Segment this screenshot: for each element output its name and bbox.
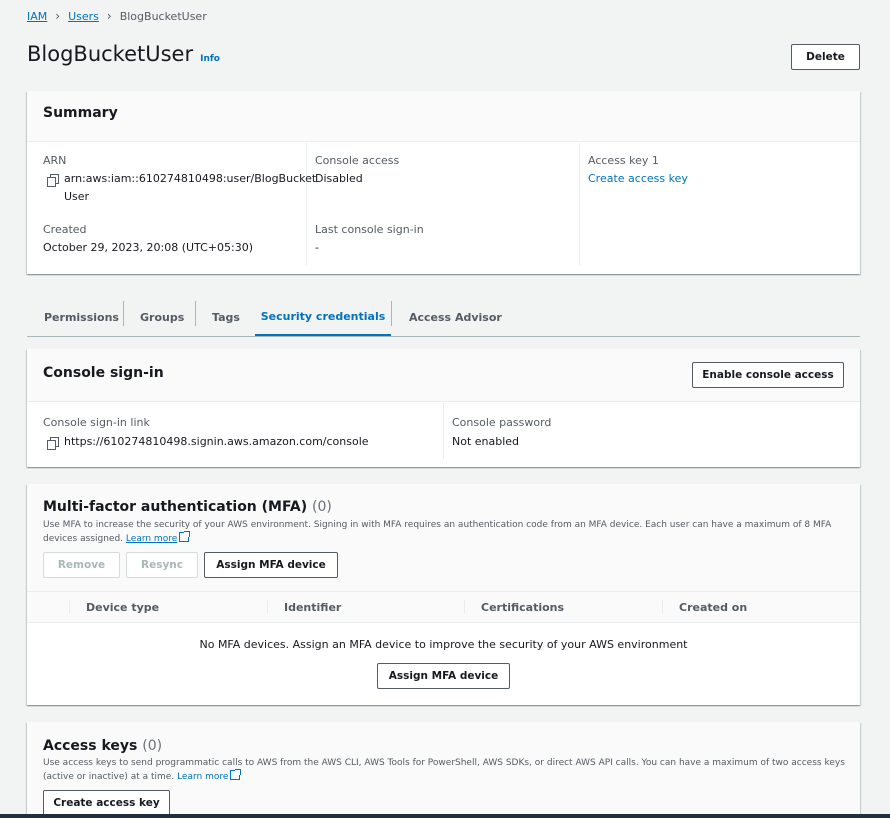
assign-mfa-device-button[interactable]: Assign MFA device <box>204 552 338 578</box>
page-header: BlogBucketUser Info <box>27 42 220 66</box>
mfa-header: Multi-factor authentication (MFA) (0) Us… <box>27 484 860 591</box>
summary-panel: Summary ARN arn:aws:iam::610274810498:us… <box>27 91 860 274</box>
created-value: October 29, 2023, 20:08 (UTC+05:30) <box>43 241 253 254</box>
tab-divider <box>391 301 392 326</box>
access-keys-learn-more-link[interactable]: Learn more <box>177 769 242 782</box>
column-divider <box>464 600 465 614</box>
column-divider <box>267 600 268 614</box>
mfa-title: Multi-factor authentication (MFA) (0) <box>43 499 332 515</box>
mfa-table-header: Device type Identifier Certifications Cr… <box>27 591 860 623</box>
tab-tags[interactable]: Tags <box>212 298 240 336</box>
info-link[interactable]: Info <box>200 54 220 64</box>
mfa-learn-more-link[interactable]: Learn more <box>125 531 191 544</box>
column-device-type[interactable]: Device type <box>86 592 159 623</box>
console-signin-header: Console sign-in Enable console access <box>27 349 860 402</box>
enable-console-access-button[interactable]: Enable console access <box>692 362 844 388</box>
mfa-title-text: Multi-factor authentication (MFA) <box>43 499 308 515</box>
console-access-label: Console access <box>315 154 400 167</box>
last-signin-value: - <box>315 241 319 254</box>
console-access-value: Disabled <box>315 172 363 185</box>
arn-label: ARN <box>43 154 67 167</box>
summary-title: Summary <box>43 105 118 121</box>
mfa-learn-more-text: Learn more <box>125 534 178 544</box>
mfa-description: Use MFA to increase the security of your… <box>43 519 848 546</box>
chevron-right-icon: › <box>106 9 112 23</box>
signin-link-label: Console sign-in link <box>43 416 150 429</box>
column-divider <box>69 600 70 614</box>
column-certifications[interactable]: Certifications <box>481 592 564 623</box>
column-created-on[interactable]: Created on <box>679 592 747 623</box>
tab-groups[interactable]: Groups <box>140 298 184 336</box>
access-keys-learn-more-text: Learn more <box>177 772 229 782</box>
breadcrumb-users-link[interactable]: Users <box>68 10 99 23</box>
bottom-edge-bar <box>0 814 890 818</box>
column-divider <box>662 600 663 614</box>
mfa-count: (0) <box>312 499 332 515</box>
arn-value-line2: User <box>64 190 90 203</box>
column-identifier[interactable]: Identifier <box>284 592 341 623</box>
console-password-label: Console password <box>452 416 552 429</box>
summary-header: Summary <box>27 91 860 142</box>
external-link-icon <box>179 531 191 542</box>
console-signin-body: Console sign-in link https://61027481049… <box>27 403 860 459</box>
access-key-label: Access key 1 <box>588 154 659 167</box>
access-keys-description-text: Use access keys to send programmatic cal… <box>43 758 845 782</box>
column-divider <box>579 143 580 265</box>
create-access-key-link[interactable]: Create access key <box>588 172 688 185</box>
column-divider <box>443 403 444 459</box>
access-keys-description: Use access keys to send programmatic cal… <box>43 757 848 784</box>
column-divider <box>306 143 307 265</box>
mfa-panel: Multi-factor authentication (MFA) (0) Us… <box>27 484 860 705</box>
access-keys-panel: Access keys (0) Use access keys to send … <box>27 722 860 818</box>
create-access-key-button[interactable]: Create access key <box>43 790 170 816</box>
summary-body: ARN arn:aws:iam::610274810498:user/BlogB… <box>27 143 860 265</box>
delete-button[interactable]: Delete <box>791 44 860 70</box>
last-signin-label: Last console sign-in <box>315 223 424 236</box>
console-password-value: Not enabled <box>452 435 520 448</box>
breadcrumb: IAM › Users › BlogBucketUser <box>27 9 207 23</box>
console-signin-panel: Console sign-in Enable console access Co… <box>27 349 860 467</box>
assign-mfa-device-empty-button[interactable]: Assign MFA device <box>377 663 510 689</box>
tab-permissions[interactable]: Permissions <box>44 298 119 336</box>
copy-icon[interactable] <box>47 174 59 187</box>
arn-value-line1: arn:aws:iam::610274810498:user/BlogBucke… <box>64 172 317 185</box>
breadcrumb-iam-link[interactable]: IAM <box>27 10 47 23</box>
tab-divider <box>123 301 124 326</box>
external-link-icon <box>230 769 242 780</box>
signin-link-value[interactable]: https://610274810498.signin.aws.amazon.c… <box>64 435 369 448</box>
tab-access-advisor[interactable]: Access Advisor <box>409 298 502 336</box>
mfa-empty-message: No MFA devices. Assign an MFA device to … <box>199 638 688 651</box>
tab-bar: Permissions Groups Tags Security credent… <box>27 298 860 337</box>
mfa-remove-button[interactable]: Remove <box>43 552 120 578</box>
created-label: Created <box>43 223 87 236</box>
mfa-resync-button[interactable]: Resync <box>126 552 198 578</box>
copy-icon[interactable] <box>47 437 59 450</box>
tab-security-credentials[interactable]: Security credentials <box>255 298 391 336</box>
chevron-right-icon: › <box>55 9 61 23</box>
page-title: BlogBucketUser <box>27 42 194 66</box>
access-keys-title: Access keys (0) <box>43 738 162 754</box>
console-signin-title: Console sign-in <box>43 365 164 381</box>
tab-divider <box>195 301 196 326</box>
breadcrumb-current: BlogBucketUser <box>119 9 207 23</box>
access-keys-count: (0) <box>142 738 163 754</box>
access-keys-title-text: Access keys <box>43 738 138 754</box>
